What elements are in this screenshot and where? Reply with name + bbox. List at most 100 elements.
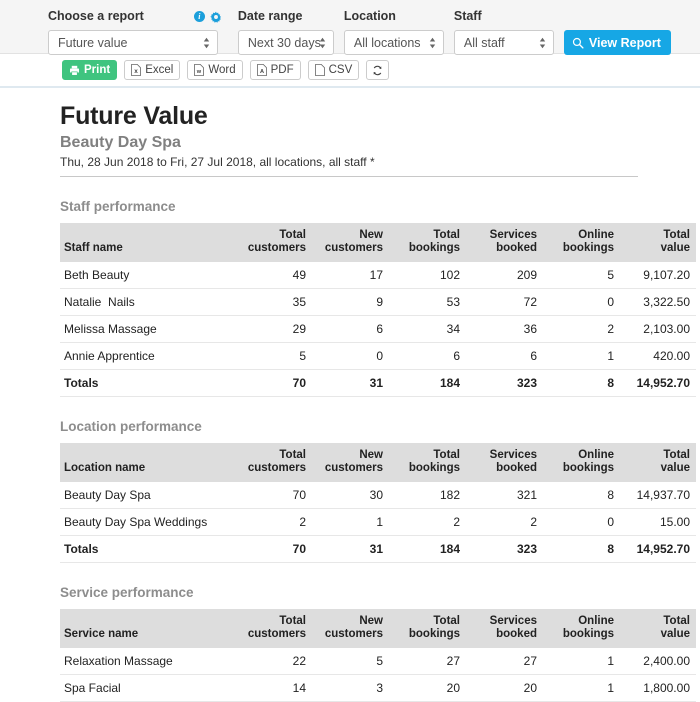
printer-icon (70, 65, 79, 76)
column-header-new-customers: New customers (312, 223, 389, 262)
header-line-1: Total (279, 449, 306, 461)
excel-file-icon: x (131, 64, 142, 76)
header-line-2: customers (324, 462, 383, 474)
column-header-new-customers: New customers (312, 443, 389, 482)
view-report-button-label: View Report (588, 35, 661, 50)
report-meta: Thu, 28 Jun 2018 to Fri, 27 Jul 2018, al… (60, 155, 638, 177)
section-service-performance: Service performance Service name Total cust… (60, 585, 696, 702)
word-button[interactable]: w Word (187, 60, 243, 80)
pdf-button[interactable]: A PDF (249, 60, 301, 80)
filter-group-report: Choose a report i Future value (48, 8, 228, 55)
magnifier-icon (572, 37, 584, 49)
staff-label-text: Staff (453, 9, 482, 23)
excel-button-label: Excel (145, 64, 174, 76)
row-name: Beauty Day Spa (60, 482, 235, 509)
pdf-button-label: PDF (270, 64, 294, 76)
gear-icon[interactable] (210, 11, 222, 23)
cell-total-value: 15.00 (620, 508, 696, 536)
column-header-online-bookings: Online bookings (543, 223, 620, 262)
column-header-total-value: Total value (620, 443, 696, 482)
cell-total-bookings: 20 (389, 674, 466, 702)
cell-total-value: 14,952.70 (620, 369, 696, 397)
table-row: Spa Facial 14 3 20 20 1 1,800.00 (60, 674, 696, 702)
totals-label: Totals (60, 535, 235, 563)
cell-total-bookings: 184 (389, 369, 466, 397)
choose-a-report-label: Choose a report i (48, 8, 228, 25)
staff-select-value: All staff (463, 35, 505, 50)
date-range-label-text: Date range (237, 9, 303, 23)
cell-online-bookings: 0 (543, 288, 620, 316)
cell-new-customers: 1 (312, 508, 389, 536)
staff-select[interactable]: All staff (453, 30, 554, 55)
cell-new-customers: 30 (312, 482, 389, 509)
cell-total-customers: 29 (235, 315, 312, 343)
csv-file-icon (314, 64, 325, 76)
select-spinner-icon (319, 37, 326, 48)
filter-group-location: Location All locations (343, 8, 444, 55)
excel-button[interactable]: x Excel (124, 60, 181, 80)
table-header-row: Location name Total customers New customers T… (60, 443, 696, 482)
header-line-1: Services (489, 615, 537, 627)
word-file-icon: w (194, 64, 205, 76)
header-line-2: bookings (562, 242, 614, 254)
view-report-button[interactable]: View Report (563, 30, 671, 55)
totals-row: Totals 70 31 184 323 8 14,952.70 (60, 369, 696, 397)
column-header-services-booked: Services booked (466, 609, 543, 648)
date-range-select-value: Next 30 days (247, 35, 321, 50)
filter-group-staff: Staff All staff (453, 8, 554, 55)
header-line-2: bookings (408, 628, 460, 640)
report-subtitle: Beauty Day Spa (60, 134, 181, 151)
column-header-total-bookings: Total bookings (389, 609, 466, 648)
cell-total-bookings: 34 (389, 315, 466, 343)
column-header-services-booked: Services booked (466, 443, 543, 482)
totals-label: Totals (60, 369, 235, 397)
cell-total-value: 1,800.00 (620, 674, 696, 702)
cell-services-booked: 27 (466, 648, 543, 675)
cell-total-value: 420.00 (620, 342, 696, 370)
cell-services-booked: 323 (466, 369, 543, 397)
location-label: Location (344, 8, 444, 25)
report-body: Future Value Beauty Day Spa Thu, 28 Jun … (0, 88, 700, 702)
header-line-1: Online (578, 615, 614, 627)
report-label-icons: i (193, 11, 222, 23)
cell-total-value: 2,103.00 (620, 315, 696, 343)
refresh-icon (373, 65, 382, 75)
export-toolbar: Print x Excel w Word A PDF CSV (0, 54, 700, 88)
totals-row: Totals 70 31 184 323 8 14,952.70 (60, 535, 696, 563)
row-name: Beth Beauty (60, 262, 235, 289)
date-range-select[interactable]: Next 30 days (237, 30, 334, 55)
table-header-row: Service name Total customers New customers To… (60, 609, 696, 648)
cell-online-bookings: 8 (543, 369, 620, 397)
refresh-button[interactable] (366, 60, 390, 80)
header-line-1: Total (433, 229, 460, 241)
filter-bar: Choose a report i Future value Date rang… (0, 0, 700, 55)
table-row: Melissa Massage 29 6 34 36 2 2,103.00 (60, 315, 696, 343)
print-button[interactable]: Print (62, 60, 118, 80)
report-select[interactable]: Future value (48, 30, 218, 55)
header-line-1: Online (578, 229, 614, 241)
row-name: Spa Facial (60, 674, 235, 702)
column-header-total-value: Total value (620, 609, 696, 648)
cell-online-bookings: 8 (543, 535, 620, 563)
cell-new-customers: 9 (312, 288, 389, 316)
location-select-value: All locations (353, 35, 421, 50)
cell-total-customers: 22 (235, 648, 312, 675)
select-spinner-icon (203, 37, 210, 48)
column-header-total-customers: Total customers (235, 443, 312, 482)
filter-group-date-range: Date range Next 30 days (237, 8, 334, 55)
performance-table: Location name Total customers New customers T… (60, 443, 696, 563)
column-header-total-customers: Total customers (235, 223, 312, 262)
header-line-1: Total (433, 449, 460, 461)
section-location-performance: Location performance Location name Total cu… (60, 419, 696, 563)
info-circle-icon[interactable]: i (193, 11, 205, 22)
location-select[interactable]: All locations (343, 30, 444, 55)
word-button-label: Word (208, 64, 236, 76)
header-line-2: bookings (562, 628, 614, 640)
table-row: Beauty Day Spa Weddings 2 1 2 2 0 15.00 (60, 508, 696, 536)
section-title: Staff performance (60, 199, 176, 214)
cell-new-customers: 17 (312, 262, 389, 289)
row-name: Melissa Massage (60, 315, 235, 343)
cell-total-customers: 49 (235, 262, 312, 289)
header-line-2: bookings (562, 462, 614, 474)
csv-button[interactable]: CSV (307, 60, 360, 80)
